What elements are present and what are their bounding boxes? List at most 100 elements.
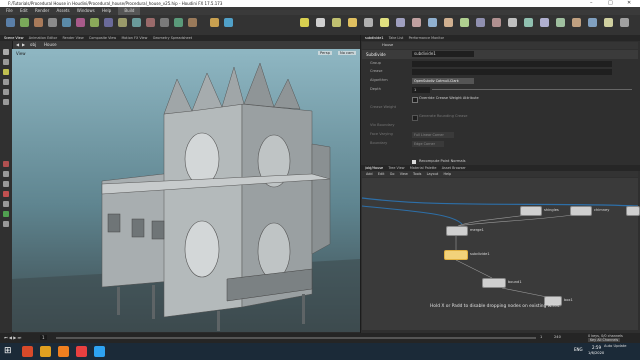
shelf-tool-icon[interactable]: [48, 18, 57, 27]
taskbar-houdini-icon[interactable]: [58, 346, 69, 357]
auto-update-label[interactable]: Auto Update: [604, 344, 627, 348]
light-tool-icon[interactable]: [556, 18, 565, 27]
light-tool-icon[interactable]: [412, 18, 421, 27]
minimize-button[interactable]: –: [590, 0, 593, 6]
depth-slider[interactable]: [432, 89, 632, 90]
rotate-tool-icon[interactable]: [3, 89, 9, 95]
light-tool-icon[interactable]: [604, 18, 613, 27]
menu-windows[interactable]: Windows: [77, 7, 95, 15]
shelf-tool-icon[interactable]: [224, 18, 233, 27]
close-button[interactable]: ✕: [627, 0, 631, 6]
net-menu-add[interactable]: Add: [366, 171, 373, 177]
view-tool-icon[interactable]: [3, 59, 9, 65]
shelf-tool-icon[interactable]: [160, 18, 169, 27]
snap-tool-icon[interactable]: [3, 201, 9, 207]
shelf-tool-icon[interactable]: [34, 18, 43, 27]
snap-tool-icon[interactable]: [3, 211, 9, 217]
shelf-tool-icon[interactable]: [20, 18, 29, 27]
select-tool-icon[interactable]: [3, 49, 9, 55]
light-tool-icon[interactable]: [572, 18, 581, 27]
tab-take-list[interactable]: Take List: [389, 35, 404, 41]
path-obj[interactable]: obj: [30, 42, 36, 47]
light-tool-icon[interactable]: [300, 18, 309, 27]
param-path-node[interactable]: House: [382, 43, 393, 47]
shelf-tool-icon[interactable]: [76, 18, 85, 27]
shelf-tool-icon[interactable]: [210, 18, 219, 27]
shelf-tool-icon[interactable]: [188, 18, 197, 27]
node-shingles[interactable]: [520, 206, 542, 216]
light-tool-icon[interactable]: [492, 18, 501, 27]
key-all-channels-button[interactable]: Key All Channels: [588, 338, 621, 342]
override-crease-checkbox[interactable]: [412, 97, 418, 103]
snap-tool-icon[interactable]: [3, 221, 9, 227]
tab-parameters[interactable]: subdivide1: [365, 35, 384, 41]
net-menu-go[interactable]: Go: [390, 171, 395, 177]
boundary-dropdown[interactable]: Edge Corner: [412, 141, 444, 147]
group-field[interactable]: [412, 61, 612, 67]
node-name-field[interactable]: subdivide1: [412, 51, 474, 57]
tab-performance-monitor[interactable]: Performance Monitor: [409, 35, 444, 41]
node-bound1[interactable]: [482, 278, 506, 288]
net-menu-edit[interactable]: Edit: [378, 171, 385, 177]
light-tool-icon[interactable]: [396, 18, 405, 27]
depth-field[interactable]: 1: [412, 87, 430, 93]
net-menu-help[interactable]: Help: [443, 171, 451, 177]
crease-field[interactable]: [412, 69, 612, 75]
play-controls-icon[interactable]: ⏮ ◀ ▶ ⏭: [4, 335, 21, 340]
shelf-tool-icon[interactable]: [104, 18, 113, 27]
net-menu-layout[interactable]: Layout: [427, 171, 439, 177]
pose-tool-icon[interactable]: [3, 161, 9, 167]
recompute-normals-checkbox[interactable]: [412, 160, 416, 164]
menu-assets[interactable]: Assets: [57, 7, 70, 15]
light-tool-icon[interactable]: [476, 18, 485, 27]
language-indicator[interactable]: ENG: [574, 347, 583, 352]
light-tool-icon[interactable]: [524, 18, 533, 27]
node-merge1[interactable]: [446, 226, 468, 236]
forward-arrow-icon[interactable]: ▶: [22, 42, 25, 47]
camera-tool-icon[interactable]: [428, 18, 437, 27]
taskbar-app-icon[interactable]: [94, 346, 105, 357]
back-arrow-icon[interactable]: ◀: [16, 42, 19, 47]
windows-start-icon[interactable]: ⊞: [4, 346, 12, 356]
shelf-tool-icon[interactable]: [132, 18, 141, 27]
menu-render[interactable]: Render: [35, 7, 49, 15]
light-tool-icon[interactable]: [620, 18, 629, 27]
light-tool-icon[interactable]: [460, 18, 469, 27]
taskbar-app-icon[interactable]: [76, 346, 87, 357]
end-frame-field[interactable]: 240: [554, 335, 561, 339]
scene-viewport[interactable]: View Persp No cam: [12, 49, 360, 332]
current-frame-field[interactable]: 1: [40, 335, 47, 340]
node-subdivide1[interactable]: [444, 250, 468, 260]
shelf-tool-icon[interactable]: [118, 18, 127, 27]
snap-tool-icon[interactable]: [3, 171, 9, 177]
net-menu-tools[interactable]: Tools: [413, 171, 421, 177]
magnet-icon[interactable]: [3, 191, 9, 197]
maximize-button[interactable]: □: [608, 0, 613, 6]
snap-tool-icon[interactable]: [3, 181, 9, 187]
shelf-tool-icon[interactable]: [6, 18, 15, 27]
taskbar-app-icon[interactable]: [22, 346, 33, 357]
timeline-slider[interactable]: [56, 337, 536, 339]
light-tool-icon[interactable]: [588, 18, 597, 27]
light-tool-icon[interactable]: [508, 18, 517, 27]
light-tool-icon[interactable]: [316, 18, 325, 27]
rounding-crease-checkbox[interactable]: [412, 115, 418, 121]
shelf-tool-icon[interactable]: [146, 18, 155, 27]
move-tool-icon[interactable]: [3, 79, 9, 85]
light-tool-icon[interactable]: [380, 18, 389, 27]
face-varying-dropdown[interactable]: Full Linear Corner: [412, 132, 454, 138]
shelf-tool-icon[interactable]: [90, 18, 99, 27]
path-node[interactable]: House: [44, 42, 57, 47]
light-tool-icon[interactable]: [444, 18, 453, 27]
start-frame-field[interactable]: 1: [540, 335, 542, 339]
menu-edit[interactable]: Edit: [20, 7, 28, 15]
light-tool-icon[interactable]: [348, 18, 357, 27]
taskbar-folder-icon[interactable]: [40, 346, 51, 357]
menu-help[interactable]: Help: [102, 7, 111, 15]
desktop-build-dropdown[interactable]: Build: [118, 7, 141, 15]
scale-tool-icon[interactable]: [3, 99, 9, 105]
net-menu-view[interactable]: View: [400, 171, 408, 177]
light-tool-icon[interactable]: [364, 18, 373, 27]
handle-tool-icon[interactable]: [3, 69, 9, 75]
light-tool-icon[interactable]: [332, 18, 341, 27]
